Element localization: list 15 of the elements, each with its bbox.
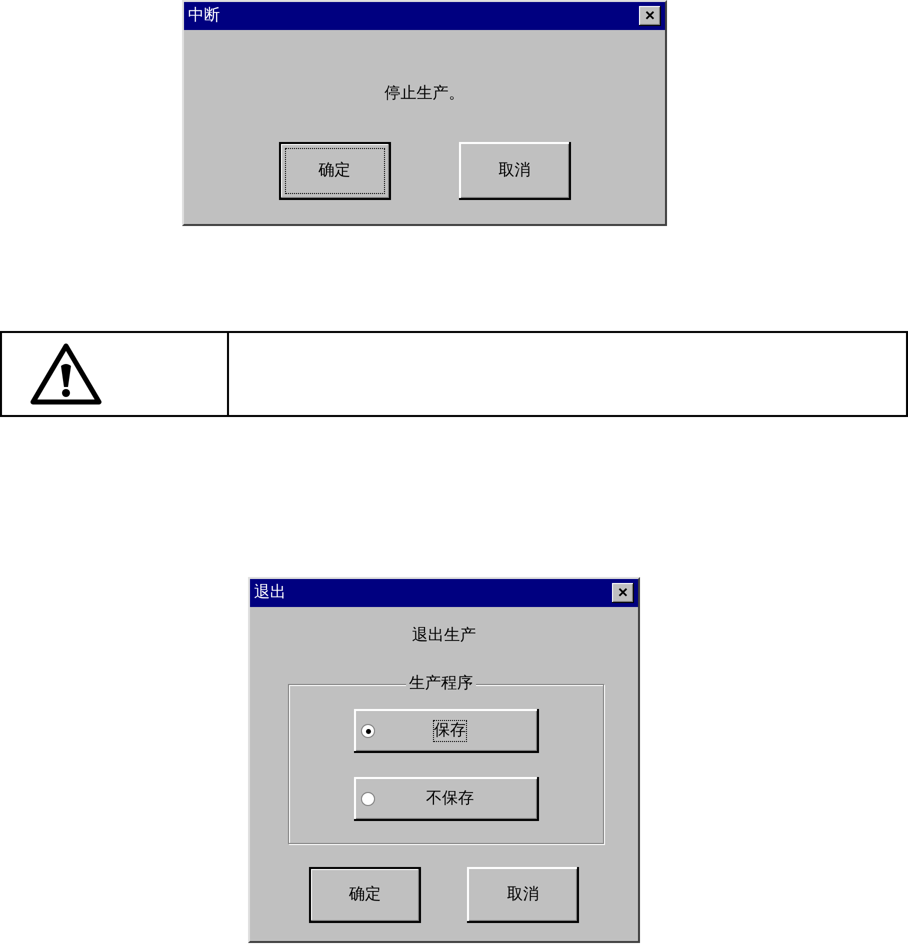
option-label: 保存 — [433, 720, 467, 742]
warning-icon — [30, 344, 102, 404]
dialog-button[interactable]: 确定 — [278, 142, 390, 200]
window-title: 中断 — [188, 6, 220, 26]
dialog-button[interactable]: 取消 — [458, 142, 570, 200]
radio-option[interactable]: 保存 — [354, 709, 539, 753]
close-button[interactable]: ✕ — [639, 6, 661, 26]
close-button[interactable]: ✕ — [612, 583, 634, 603]
dialog-button[interactable]: 取消 — [467, 867, 579, 923]
dialog-message: 退出生产 — [412, 626, 476, 646]
option-label: 不保存 — [425, 789, 475, 809]
dialog-button[interactable]: 确定 — [309, 867, 421, 923]
dialog-message: 停止生产。 — [384, 84, 464, 104]
radio-option[interactable]: 不保存 — [354, 777, 539, 821]
window-title: 退出 — [254, 583, 286, 603]
